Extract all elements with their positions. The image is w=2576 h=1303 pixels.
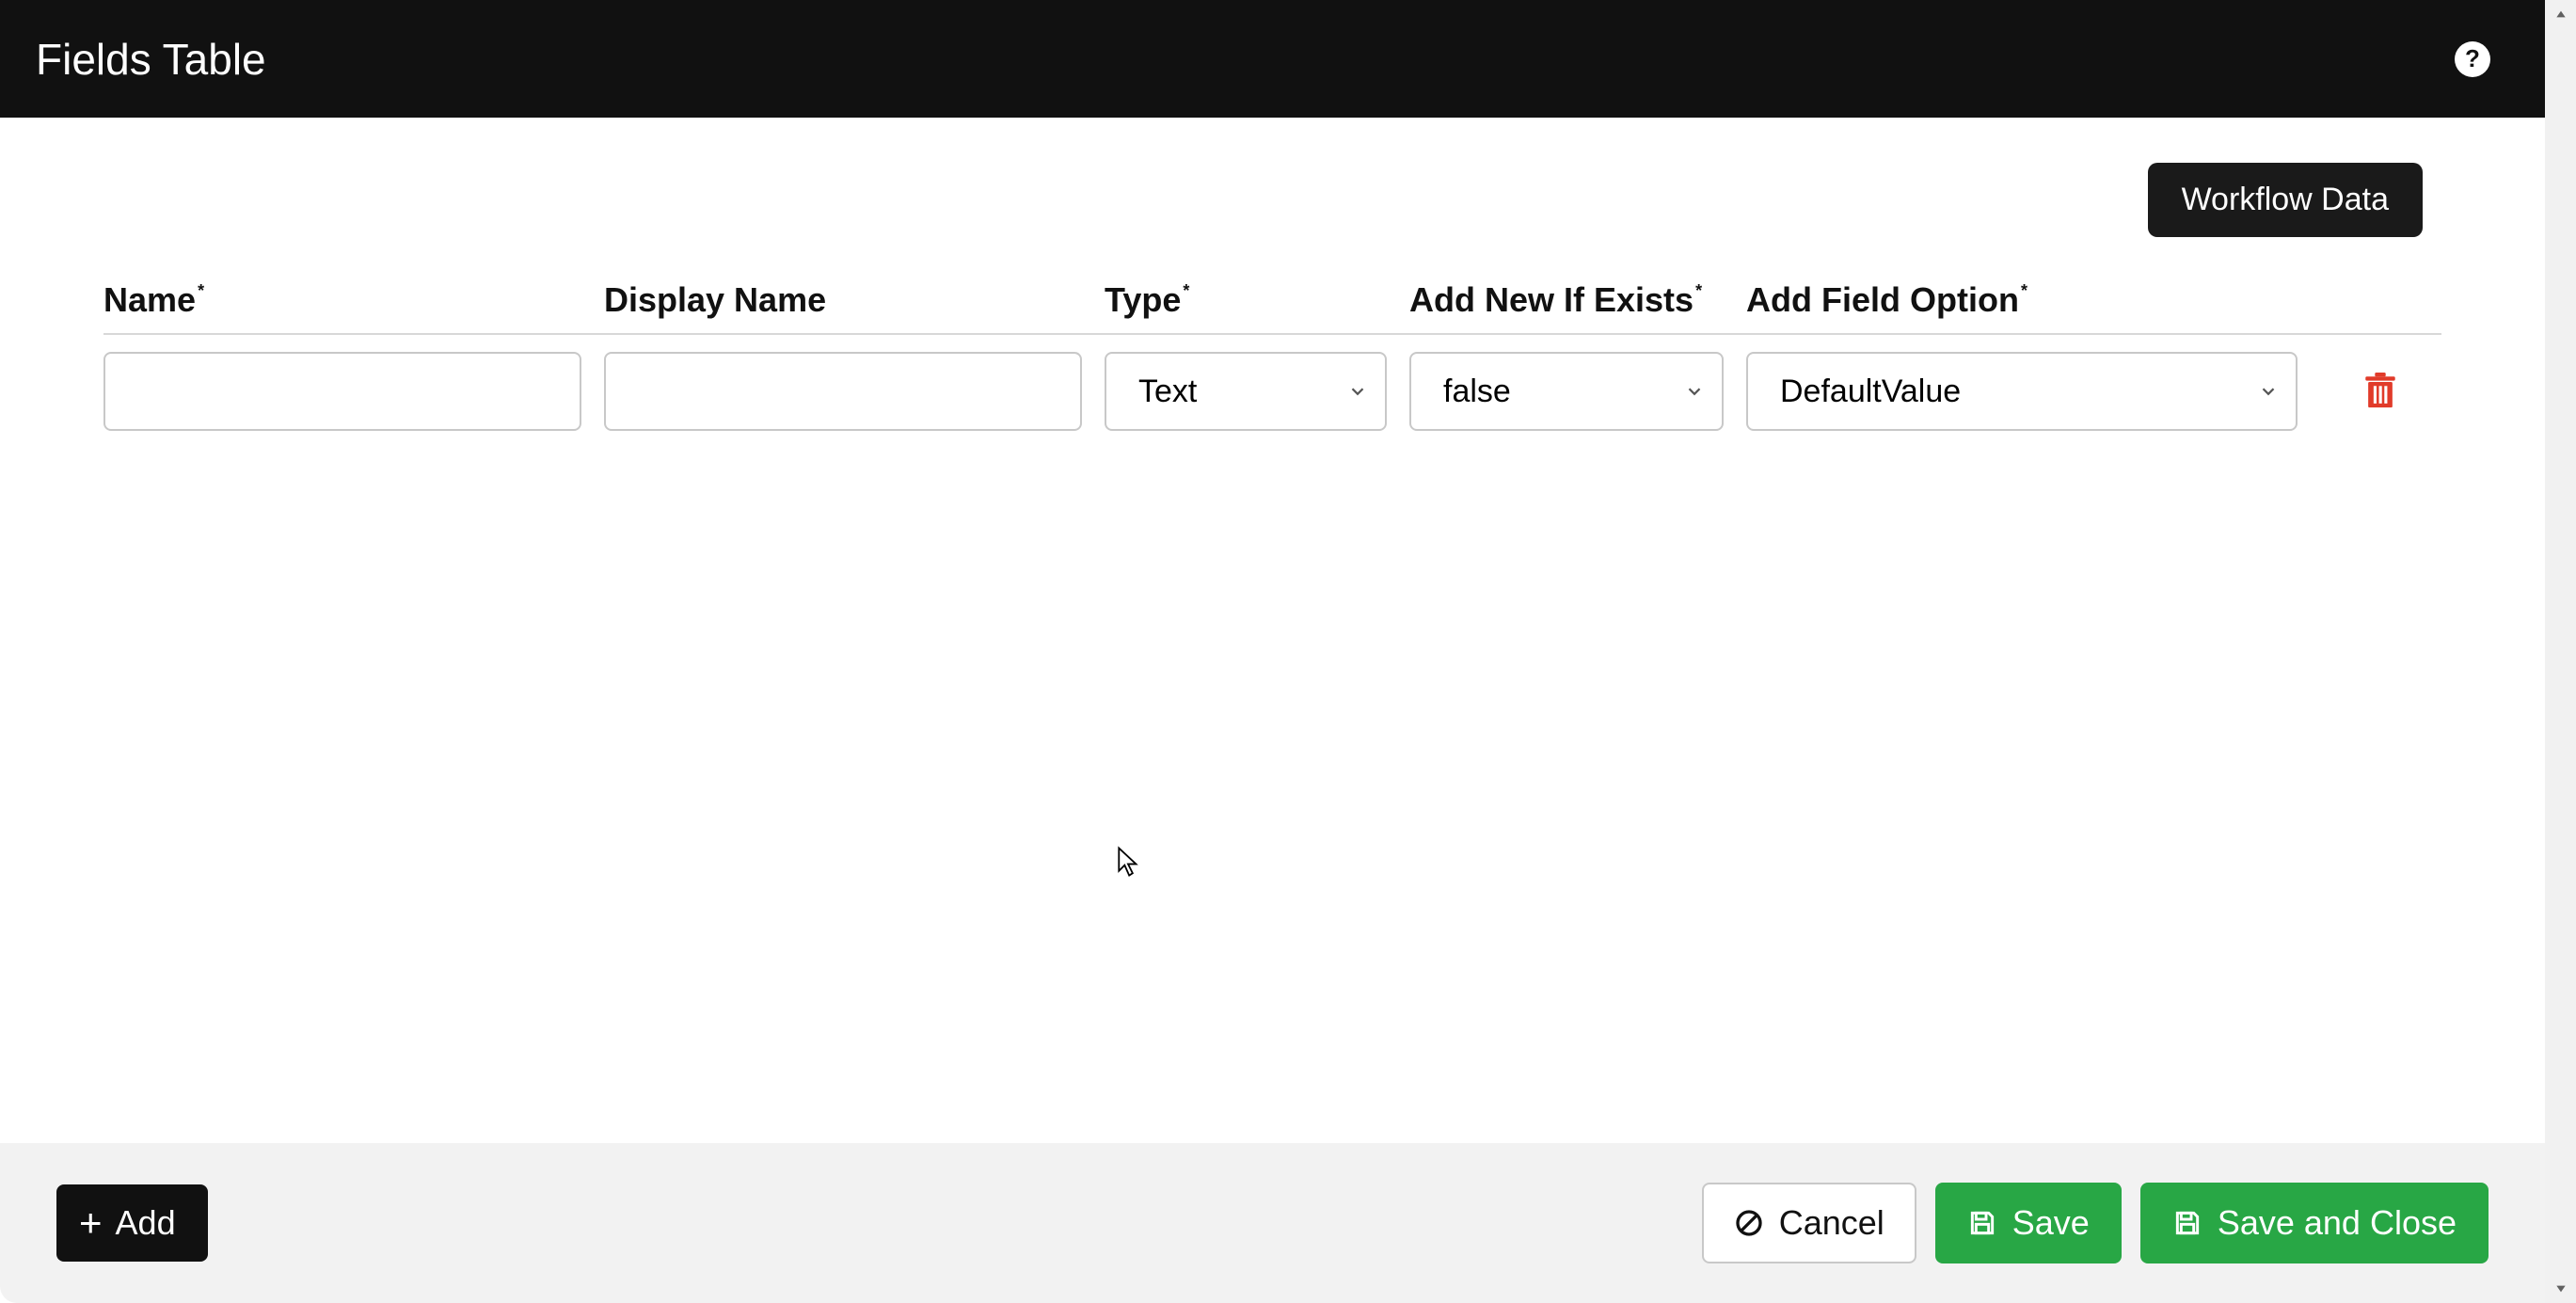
column-header-add-field-option: Add Field Option (1746, 280, 2298, 320)
column-header-name: Name (103, 280, 581, 320)
cursor-icon (1116, 846, 1140, 878)
chevron-down-icon (2258, 381, 2279, 402)
save-button[interactable]: Save (1935, 1183, 2122, 1263)
column-header-add-new-if-exists: Add New If Exists (1409, 280, 1724, 320)
footer-actions: Cancel Save Save and Close (1702, 1183, 2489, 1263)
scrollbar-down-arrow-icon[interactable] (2545, 1275, 2576, 1303)
column-header-type: Type (1105, 280, 1387, 320)
plus-icon: + (79, 1203, 103, 1243)
delete-row-button[interactable] (2358, 369, 2403, 414)
save-icon (1967, 1208, 1997, 1238)
workflow-data-button[interactable]: Workflow Data (2148, 163, 2423, 237)
type-select[interactable]: Text (1105, 352, 1387, 431)
dialog-header: Fields Table ? (0, 0, 2545, 118)
cancel-icon (1734, 1208, 1764, 1238)
chevron-down-icon (1347, 381, 1368, 402)
display-name-input[interactable] (604, 352, 1082, 431)
add-field-option-select[interactable]: DefaultValue (1746, 352, 2298, 431)
save-and-close-button[interactable]: Save and Close (2140, 1183, 2489, 1263)
name-input[interactable] (103, 352, 581, 431)
dialog-title: Fields Table (36, 34, 266, 85)
trash-icon (2363, 373, 2397, 410)
add-button[interactable]: + Add (56, 1184, 208, 1262)
type-select-value: Text (1138, 373, 1197, 410)
column-header-display-name: Display Name (604, 280, 1082, 320)
table-row: Text false DefaultValue (103, 335, 2441, 431)
workflow-data-label: Workflow Data (2182, 182, 2389, 217)
table-header: Name Display Name Type Add New If Exists… (103, 280, 2441, 335)
dialog-body: Workflow Data Name Display Name Type Add… (0, 118, 2545, 1143)
save-icon (2172, 1208, 2202, 1238)
workflow-row: Workflow Data (103, 163, 2441, 237)
add-new-if-exists-select[interactable]: false (1409, 352, 1724, 431)
scrollbar[interactable] (2545, 0, 2576, 1303)
add-button-label: Add (116, 1203, 176, 1243)
dialog-viewport: Fields Table ? Workflow Data Name Displa… (0, 0, 2545, 1303)
cancel-button-label: Cancel (1779, 1203, 1884, 1243)
dialog-footer: + Add Cancel Save (0, 1143, 2545, 1303)
add-field-option-value: DefaultValue (1780, 373, 1961, 410)
save-and-close-button-label: Save and Close (2218, 1203, 2457, 1243)
save-button-label: Save (2012, 1203, 2090, 1243)
add-new-if-exists-value: false (1443, 373, 1511, 410)
scrollbar-up-arrow-icon[interactable] (2545, 0, 2576, 28)
cancel-button[interactable]: Cancel (1702, 1183, 1916, 1263)
help-icon: ? (2465, 44, 2480, 73)
chevron-down-icon (1684, 381, 1705, 402)
help-button[interactable]: ? (2455, 41, 2490, 77)
